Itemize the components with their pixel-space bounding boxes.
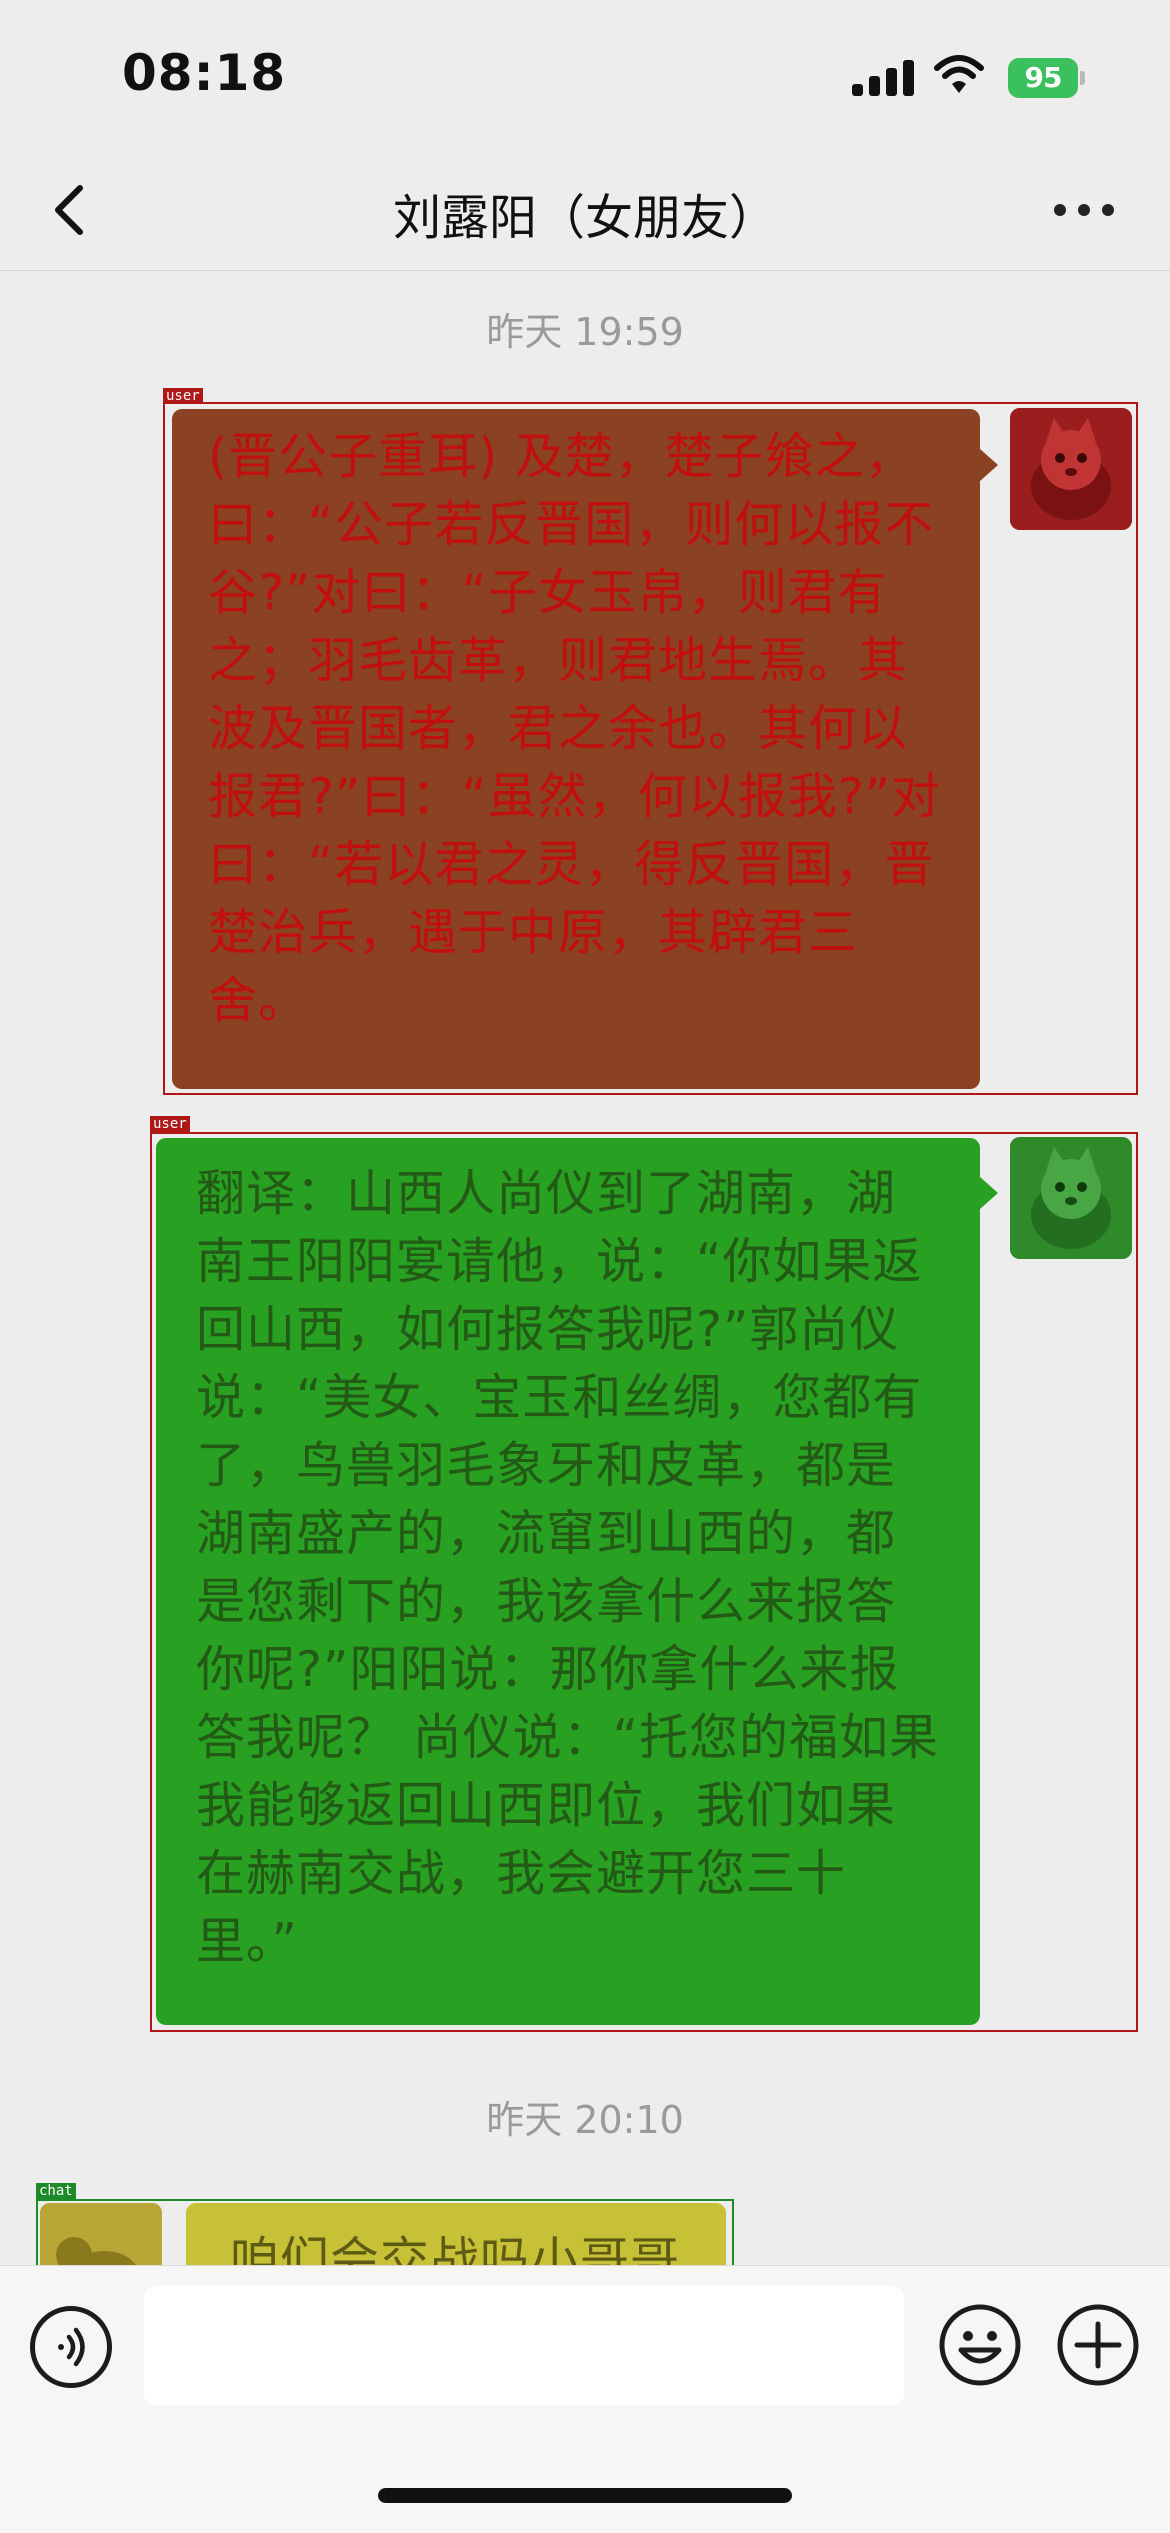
battery-level: 95 — [1008, 58, 1078, 98]
message-text: 翻译：山西人尚仪到了湖南，湖南王阳阳宴请他，说：“你如果返回山西，如何报答我呢?… — [196, 1165, 939, 1970]
bubble-tail — [980, 449, 998, 481]
cellular-signal-icon — [852, 60, 914, 96]
cat-avatar-icon — [1010, 1137, 1132, 1259]
message-timestamp: 昨天 20:10 — [486, 2098, 684, 2142]
add-attachment-icon[interactable] — [1055, 2302, 1141, 2388]
wifi-icon — [934, 55, 984, 93]
back-chevron-icon[interactable] — [44, 180, 100, 240]
voice-wave-icon — [58, 2327, 85, 2367]
outgoing-message-bubble[interactable]: 翻译：山西人尚仪到了湖南，湖南王阳阳宴请他，说：“你如果返回山西，如何报答我呢?… — [156, 1138, 980, 2025]
message-tag-label: chat — [36, 2183, 76, 2199]
more-options-icon[interactable] — [1054, 198, 1114, 222]
chat-header: 刘露阳（女朋友） — [0, 150, 1170, 271]
message-text: 咱们会交战吗小哥哥 — [230, 2232, 681, 2265]
cat-avatar-icon — [1010, 408, 1132, 530]
status-bar: 08:18 95 — [0, 0, 1170, 150]
outgoing-message-bubble[interactable]: (晋公子重耳) 及楚，楚子飨之，曰：“公子若反晋国，则何以报不谷?”对曰：“子女… — [172, 409, 980, 1089]
emoji-icon[interactable] — [937, 2302, 1023, 2388]
dog-avatar-icon — [40, 2203, 162, 2265]
message-timestamp: 昨天 19:59 — [486, 310, 684, 354]
status-time: 08:18 — [122, 44, 287, 102]
battery-tip — [1080, 71, 1085, 85]
contact-avatar[interactable] — [40, 2203, 162, 2265]
chat-message-list[interactable]: 昨天 19:59 user (晋公子重耳) 及楚，楚子飨之，曰：“公子若反晋国，… — [0, 271, 1170, 2265]
message-text: (晋公子重耳) 及楚，楚子飨之，曰：“公子若反晋国，则何以报不谷?”对曰：“子女… — [208, 428, 942, 1029]
contact-name-title: 刘露阳（女朋友） — [392, 190, 777, 246]
bubble-tail — [980, 1177, 998, 1209]
battery-indicator: 95 — [1008, 58, 1086, 98]
message-tag-label: user — [150, 1116, 190, 1132]
user-avatar[interactable] — [1010, 1137, 1132, 1259]
voice-input-button[interactable] — [30, 2306, 112, 2388]
message-text-input[interactable] — [144, 2286, 904, 2406]
user-avatar[interactable] — [1010, 408, 1132, 530]
home-indicator[interactable] — [378, 2488, 792, 2503]
incoming-message-bubble[interactable]: 咱们会交战吗小哥哥 — [186, 2203, 726, 2265]
